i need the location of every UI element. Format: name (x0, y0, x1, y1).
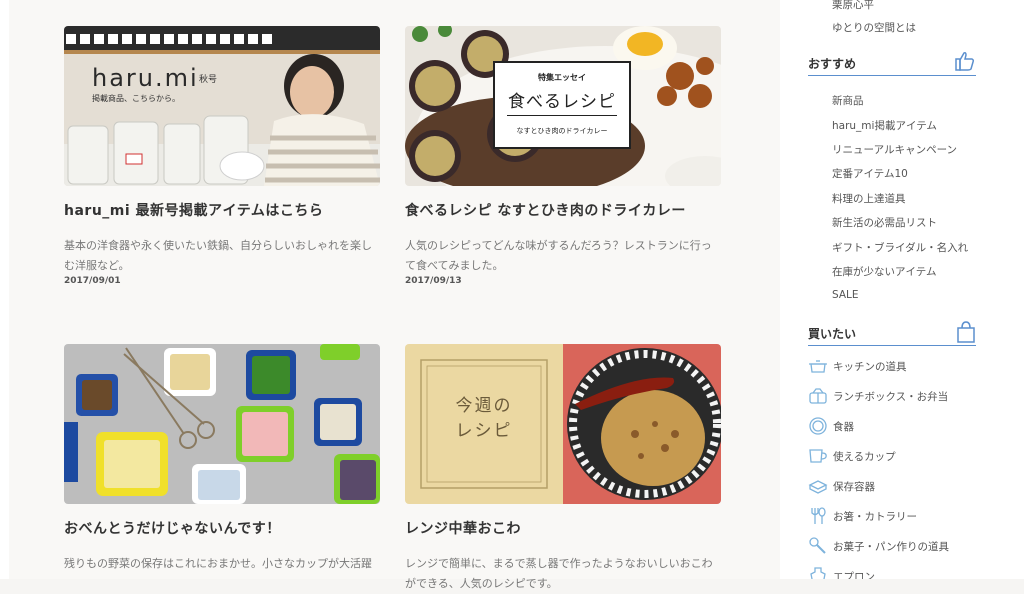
pot-icon (809, 360, 827, 373)
article-title[interactable]: haru_mi 最新号掲載アイテムはこちら (64, 200, 380, 220)
article-description: 残りもの野菜の保存はこれにおまかせ。小さなカップが大活躍 (64, 557, 372, 570)
article-grid: haru.mi 秋号 掲載商品、こちらから。 haru_mi 最新号掲載アイテム… (9, 0, 780, 590)
recommend-heading: おすすめ (808, 57, 857, 71)
page-edge (0, 0, 9, 579)
cup-icon (809, 449, 827, 463)
whisk-icon (809, 537, 826, 554)
category-storage[interactable]: 保存容器 (808, 477, 998, 495)
category-baking-tools[interactable]: お菓子・パン作りの道具 (808, 537, 998, 555)
cutlery-icon (811, 507, 826, 524)
thumbnail-divider (507, 115, 617, 116)
category-label: 食器 (833, 421, 854, 433)
sidebar-link[interactable]: ゆとりの空間とは (832, 20, 916, 35)
thumbnail-sub: なすとひき肉のドライカレー (516, 127, 608, 135)
shopping-bag-icon (957, 321, 975, 343)
article-thumbnail[interactable]: 特集エッセイ 食べるレシピ なすとひき肉のドライカレー (405, 26, 721, 186)
article-title[interactable]: 食べるレシピ なすとひき肉のドライカレー (405, 200, 721, 220)
haru-mi-photo (64, 26, 380, 186)
category-kitchen-tools[interactable]: キッチンの道具 (808, 357, 998, 375)
article-card[interactable]: haru.mi 秋号 掲載商品、こちらから。 haru_mi 最新号掲載アイテム… (64, 26, 380, 296)
category-apron[interactable]: エプロン (808, 567, 998, 579)
article-date: 2017/09/01 (64, 276, 121, 286)
category-cups[interactable]: 使えるカップ (808, 447, 998, 465)
recommend-item[interactable]: 新商品 (832, 93, 864, 108)
apron-icon (810, 567, 826, 579)
thumbnail-kicker: 特集エッセイ (538, 73, 586, 82)
category-label: お菓子・パン作りの道具 (833, 541, 950, 553)
recommend-divider (808, 75, 976, 76)
buy-divider (808, 345, 976, 346)
recommend-item[interactable]: 在庫が少ないアイテム (832, 264, 936, 279)
recommend-item[interactable]: haru_mi掲載アイテム (832, 118, 937, 133)
thumbnail-issue: 秋号 (199, 75, 218, 85)
category-label: お箸・カトラリー (833, 511, 917, 523)
sidebar-link[interactable]: 栗原心平 (832, 0, 874, 12)
recommend-item[interactable]: リニューアルキャンペーン (832, 142, 957, 157)
thumbs-up-icon (955, 52, 975, 71)
article-card[interactable]: おべんとうだけじゃないんです！ 残りもの野菜の保存はこれにおまかせ。小さなカップ… (64, 344, 380, 579)
thumbnail-logo: haru.mi (92, 64, 199, 92)
category-label: ランチボックス・お弁当 (833, 391, 949, 403)
thumbnail-title-box: 特集エッセイ 食べるレシピ なすとひき肉のドライカレー (493, 61, 631, 149)
recommend-item[interactable]: ギフト・ブライダル・名入れ (832, 240, 968, 255)
lunch-cups-photo (64, 344, 380, 504)
article-thumbnail[interactable]: 今週の レシピ (405, 344, 721, 504)
article-card[interactable]: 今週の レシピ レンジ中華おこわ レンジで簡単に、まるで蒸し器で作ったようなおい… (405, 344, 721, 590)
article-thumbnail[interactable] (64, 344, 380, 504)
thumbnail-caption: 掲載商品、こちらから。 (92, 94, 180, 103)
article-title[interactable]: レンジ中華おこわ (405, 518, 721, 538)
category-label: エプロン (833, 571, 875, 579)
thumbnail-headline: 食べるレシピ (508, 92, 616, 112)
article-description: レンジで簡単に、まるで蒸し器で作ったようなおいしいおこわができる、人気のレシピで… (405, 557, 713, 590)
thumbnail-overlay-text: 今週の レシピ (455, 396, 513, 441)
lunchbox-icon (809, 388, 827, 404)
category-label: 保存容器 (833, 481, 875, 493)
article-thumbnail[interactable]: haru.mi 秋号 掲載商品、こちらから。 (64, 26, 380, 186)
article-date: 2017/09/13 (405, 276, 462, 286)
category-label: 使えるカップ (833, 451, 896, 463)
article-card[interactable]: 特集エッセイ 食べるレシピ なすとひき肉のドライカレー 食べるレシピ なすとひき… (405, 26, 721, 296)
category-cutlery[interactable]: お箸・カトラリー (808, 507, 998, 525)
article-description: 基本の洋食器や永く使いたい鉄鍋、自分らしいおしゃれを楽しむ洋服など。 (64, 239, 372, 272)
recommend-item[interactable]: SALE (832, 289, 859, 301)
category-label: キッチンの道具 (833, 361, 907, 373)
category-lunchbox[interactable]: ランチボックス・お弁当 (808, 387, 998, 405)
article-title[interactable]: おべんとうだけじゃないんです！ (64, 518, 380, 538)
recommend-item[interactable]: 定番アイテム10 (832, 166, 908, 181)
container-icon (808, 480, 828, 494)
recommend-item[interactable]: 料理の上達道具 (832, 191, 906, 206)
recommend-item[interactable]: 新生活の必需品リスト (832, 215, 937, 230)
plate-icon (809, 417, 827, 435)
buy-heading: 買いたい (808, 327, 857, 341)
sidebar: 栗原心平 ゆとりの空間とは おすすめ 新商品 haru_mi掲載アイテム リニュ… (780, 0, 1024, 579)
category-tableware[interactable]: 食器 (808, 417, 998, 435)
article-description: 人気のレシピってどんな味がするんだろう？レストランに行って食べてみました。 (405, 239, 712, 272)
